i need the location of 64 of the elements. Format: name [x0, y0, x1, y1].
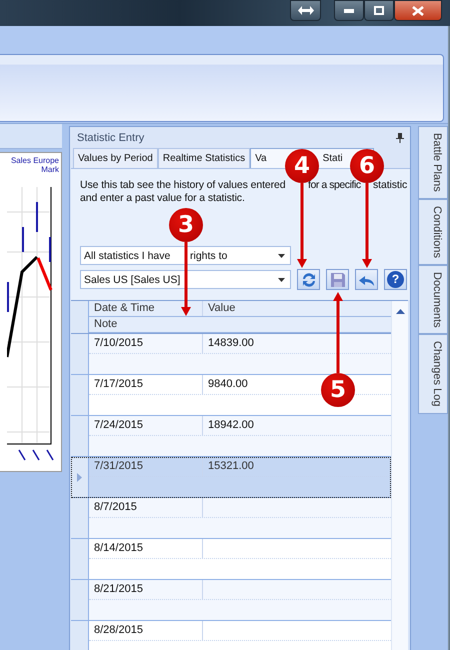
table-cell-text: 15321.00 — [207, 459, 254, 474]
value-marker — [49, 237, 51, 262]
undo-button[interactable] — [355, 269, 378, 290]
help-button[interactable]: ? — [384, 269, 407, 290]
chart-header-bar — [0, 124, 62, 149]
minimize-button[interactable] — [334, 0, 364, 21]
tab[interactable]: Values by Period — [73, 148, 158, 168]
value-marker — [7, 282, 9, 312]
grid-row[interactable]: 8/14/2015 — [71, 539, 391, 580]
statistic-dropdown[interactable]: Sales US [Sales US] — [80, 270, 291, 289]
table-cell: 8/7/2015 — [89, 498, 203, 517]
double-arrow-icon — [298, 6, 314, 15]
table-cell: 7/24/2015 — [89, 416, 203, 435]
description-text: Use this tab see the history of values entered — [80, 179, 287, 192]
table-cell: 7/17/2015 — [89, 375, 203, 394]
line-segment — [36, 257, 52, 291]
description-text: and enter a past value for a statistic. — [80, 192, 245, 205]
legend-label: Sales Europe — [10, 156, 59, 165]
table-cell: 8/21/2015 — [89, 580, 203, 599]
side-tab[interactable]: Changes Log — [418, 334, 448, 414]
table-cell: 7/31/2015 — [89, 457, 203, 476]
table-cell-text: 18942.00 — [207, 418, 254, 433]
column-header[interactable]: Value — [203, 301, 236, 316]
maximize-button[interactable] — [364, 0, 394, 21]
dropdown-arrow-icon — [278, 278, 285, 282]
table-cell-text: 14839.00 — [207, 336, 254, 351]
column-header[interactable]: Note — [89, 317, 118, 332]
filter-dropdown[interactable]: All statistics I have rights to — [80, 246, 291, 265]
table-cell-text: 9840.00 — [207, 377, 248, 392]
grid-row[interactable]: 7/31/2015 15321.00 — [71, 457, 391, 498]
value-marker — [22, 227, 24, 252]
minimize-icon — [344, 8, 354, 12]
curved-arrow-icon — [358, 274, 375, 286]
grid-row[interactable]: 7/24/2015 18942.00 — [71, 416, 391, 457]
table-cell: 7/10/2015 — [89, 334, 203, 353]
value-marker — [36, 202, 38, 232]
side-tab[interactable]: Battle Plans — [418, 126, 448, 199]
refresh-icon — [300, 272, 316, 288]
resize-button[interactable] — [290, 0, 321, 21]
grid-row[interactable]: 8/7/2015 — [71, 498, 391, 539]
axis-tick-mark — [46, 450, 54, 460]
refresh-button[interactable] — [297, 269, 320, 290]
table-cell: 8/14/2015 — [89, 539, 203, 558]
legend-label: Mark — [41, 165, 59, 174]
grid-row[interactable]: 8/21/2015 — [71, 580, 391, 621]
tab[interactable]: Realtime Statistics — [158, 148, 250, 168]
dropdown-arrow-icon — [278, 254, 285, 258]
pin-icon[interactable] — [396, 132, 404, 142]
axis-tick-mark — [32, 450, 40, 460]
close-icon — [412, 6, 424, 16]
grid-row[interactable]: 7/10/2015 14839.00 — [71, 334, 391, 375]
scrollbar[interactable] — [391, 301, 408, 650]
grid-row[interactable]: 8/28/2015 — [71, 621, 391, 650]
row-header[interactable] — [71, 457, 89, 497]
row-indicator-icon — [77, 472, 82, 482]
side-tab[interactable]: Documents — [418, 264, 448, 334]
close-button[interactable] — [394, 0, 442, 21]
maximize-icon — [374, 6, 384, 15]
side-tab[interactable]: Conditions — [418, 198, 448, 265]
scroll-up-icon — [396, 309, 404, 314]
save-button[interactable] — [326, 269, 349, 290]
table-cell: 8/28/2015 — [89, 621, 203, 640]
panel-title: Statistic Entry — [77, 132, 144, 144]
axis-tick-mark — [18, 450, 26, 460]
